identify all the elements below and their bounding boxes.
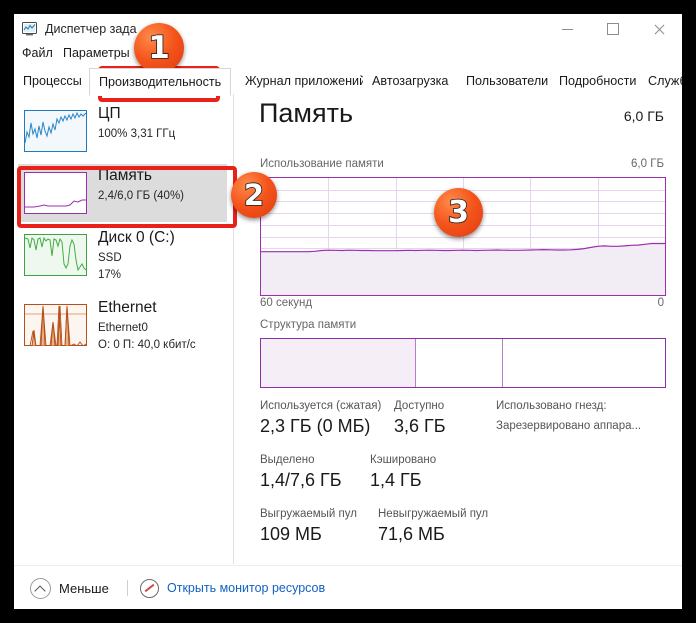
close-button[interactable]	[636, 14, 682, 44]
composition-caption: Структура памяти	[260, 319, 357, 331]
sidebar-item-disk[interactable]: Диск 0 (C:) SSD 17%	[18, 226, 227, 292]
stat-label-non-paged-pool: Невыгружаемый пул	[378, 508, 489, 520]
sidebar-item-ethernet-line2: Ethernet0	[98, 322, 148, 334]
stat-label-available: Доступно	[394, 400, 445, 412]
graph-time-right: 0	[657, 297, 664, 309]
fewer-details-button[interactable]: Меньше	[30, 576, 109, 600]
sidebar-item-cpu[interactable]: ЦП 100% 3,31 ГГц	[18, 102, 227, 160]
fewer-details-label: Меньше	[59, 580, 109, 596]
minimize-icon	[561, 28, 573, 30]
annotation-badge-1: 1	[134, 23, 184, 73]
sidebar-item-cpu-line2: 100% 3,31 ГГц	[98, 128, 176, 140]
annotation-badge-2: 2	[231, 172, 277, 218]
screenshot-root: Диспетчер зада Файл Параметры Вид Процес…	[0, 0, 696, 623]
close-icon	[654, 24, 665, 35]
cpu-sparkline-icon	[24, 110, 87, 152]
memory-panel: Память 6,0 ГБ Использование памяти 6,0 Г…	[234, 94, 682, 564]
stat-label-paged-pool: Выгружаемый пул	[260, 508, 357, 520]
sidebar-item-ethernet-line3: О: 0 П: 40,0 кбит/с	[98, 339, 196, 351]
annotation-badge-3: 3	[434, 188, 483, 237]
resource-sidebar: ЦП 100% 3,31 ГГц Память 2,4/6,0 ГБ (40%)	[14, 94, 234, 564]
stat-label-committed: Выделено	[260, 454, 315, 466]
composition-segment-2[interactable]	[415, 339, 502, 387]
tab-details[interactable]: Подробности	[550, 68, 647, 93]
graph-caption: Использование памяти	[260, 158, 384, 170]
title-bar: Диспетчер зада	[14, 14, 682, 46]
resource-monitor-icon	[140, 578, 159, 598]
tab-users[interactable]: Пользователи	[457, 68, 559, 93]
sidebar-item-ethernet[interactable]: Ethernet Ethernet0 О: 0 П: 40,0 кбит/с	[18, 296, 227, 362]
sidebar-item-cpu-name: ЦП	[98, 105, 121, 122]
stat-value-committed: 1,4/7,6 ГБ	[260, 470, 342, 490]
stat-label-cached: Кэшировано	[370, 454, 437, 466]
stat-value-paged-pool: 109 МБ	[260, 524, 322, 544]
stat-value-in-use: 2,3 ГБ (0 МБ)	[260, 416, 371, 436]
menu-bar: Файл Параметры Вид	[14, 44, 682, 66]
tab-strip: Процессы Производительность Журнал прило…	[14, 68, 682, 96]
open-resource-monitor-link[interactable]: Открыть монитор ресурсов	[140, 576, 325, 600]
memory-composition-bar[interactable]	[260, 338, 666, 388]
note-hardware-reserved: Зарезервировано аппара...	[496, 420, 642, 432]
stat-label-in-use: Используется (сжатая)	[260, 400, 382, 412]
maximize-button[interactable]	[590, 14, 636, 44]
tab-app-history[interactable]: Журнал приложений	[236, 68, 377, 93]
disk-sparkline-icon	[24, 234, 87, 276]
tab-services[interactable]: Службы	[639, 68, 682, 93]
stat-value-cached: 1,4 ГБ	[370, 470, 422, 490]
sidebar-item-ethernet-name: Ethernet	[98, 299, 157, 316]
task-manager-icon	[22, 21, 39, 37]
chevron-up-circle-icon	[30, 577, 51, 599]
footer-divider	[127, 580, 128, 596]
minimize-button[interactable]	[544, 14, 590, 44]
composition-segment-1[interactable]	[261, 339, 416, 387]
graph-time-left: 60 секунд	[260, 297, 313, 309]
tab-processes[interactable]: Процессы	[14, 68, 92, 93]
tab-startup[interactable]: Автозагрузка	[363, 68, 459, 93]
ethernet-sparkline-icon	[24, 304, 87, 346]
content-area: ЦП 100% 3,31 ГГц Память 2,4/6,0 ГБ (40%)	[14, 94, 682, 564]
stat-value-non-paged-pool: 71,6 МБ	[378, 524, 445, 544]
composition-segment-3[interactable]	[501, 339, 665, 387]
task-manager-window: Диспетчер зада Файл Параметры Вид Процес…	[14, 14, 682, 609]
sidebar-item-disk-line3: 17%	[98, 269, 122, 281]
menu-item-options[interactable]: Параметры	[63, 46, 130, 60]
sidebar-item-disk-name: Диск 0 (C:)	[98, 229, 175, 246]
footer-bar: Меньше Открыть монитор ресурсов	[14, 565, 682, 609]
sidebar-item-disk-line2: SSD	[98, 252, 122, 264]
page-title: Память	[259, 98, 354, 128]
window-title: Диспетчер зада	[45, 22, 137, 36]
note-slots-used: Использовано гнезд:	[496, 400, 607, 412]
maximize-icon	[607, 23, 619, 35]
stat-value-available: 3,6 ГБ	[394, 416, 446, 436]
menu-item-file[interactable]: Файл	[22, 46, 53, 60]
open-resource-monitor-label: Открыть монитор ресурсов	[167, 581, 326, 595]
memory-total: 6,0 ГБ	[623, 108, 664, 124]
annotation-rect-memory-sidebar	[17, 166, 237, 228]
tab-performance[interactable]: Производительность	[89, 68, 232, 96]
graph-max-label: 6,0 ГБ	[631, 158, 664, 170]
